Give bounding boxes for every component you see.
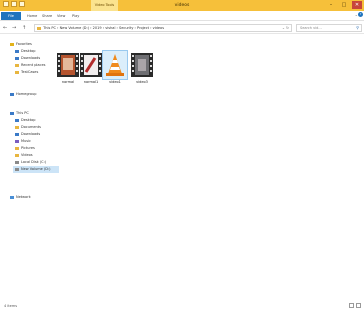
video-thumbnail-icon: [130, 51, 154, 79]
network-icon: [10, 196, 14, 199]
downloads-icon: [15, 57, 19, 60]
vlc-cone-icon: [102, 50, 128, 80]
sidebar-item-label: Local Disk (C:): [21, 160, 47, 164]
ribbon-tabs: File Home Share View Play ⌄ ?: [0, 11, 364, 21]
sidebar-item-label: Recent places: [21, 63, 46, 67]
sidebar-item-label: Homegroup: [16, 92, 37, 96]
tab-view[interactable]: View: [57, 12, 65, 20]
sidebar-item-label: TestCases: [21, 70, 39, 74]
breadcrumb[interactable]: This PC › New Volume (D:) › 2019 › visha…: [34, 24, 292, 32]
navigation-pane: Favorites Desktop Downloads Recent place…: [0, 36, 60, 298]
video-thumbnail-icon: [56, 51, 80, 79]
maximize-button[interactable]: □: [339, 1, 349, 9]
close-button[interactable]: ✕: [352, 1, 362, 9]
tab-file[interactable]: File: [1, 12, 21, 20]
details-view-icon[interactable]: [349, 303, 354, 308]
sidebar-item-local-disk-c[interactable]: Local Disk (C:): [15, 159, 46, 166]
homegroup-icon: [10, 93, 14, 96]
sidebar-item-label: Desktop: [21, 49, 36, 53]
sidebar-item-pc-downloads[interactable]: Downloads: [15, 131, 40, 138]
music-icon: [15, 140, 19, 143]
star-icon: [10, 43, 14, 46]
folder-icon: [37, 26, 41, 30]
drive-icon: [15, 168, 19, 171]
documents-icon: [15, 126, 19, 129]
up-button[interactable]: ↑: [22, 24, 26, 32]
refresh-icon[interactable]: ⌄ ↻: [282, 25, 289, 31]
sidebar-item-this-pc[interactable]: This PC: [10, 110, 29, 117]
sidebar-item-label: This PC: [16, 111, 29, 115]
forward-button[interactable]: →: [12, 24, 16, 32]
properties-icon[interactable]: [11, 1, 17, 7]
title-bar: Video Tools videos – □ ✕: [0, 0, 364, 11]
video-thumbnail-icon: [79, 51, 103, 79]
sidebar-item-homegroup[interactable]: Homegroup: [10, 91, 37, 98]
help-icon[interactable]: ?: [358, 12, 363, 17]
sidebar-item-downloads[interactable]: Downloads: [15, 55, 40, 62]
sidebar-item-videos[interactable]: Videos: [15, 152, 33, 159]
sidebar-item-pictures[interactable]: Pictures: [15, 145, 35, 152]
back-button[interactable]: ←: [3, 24, 7, 32]
new-folder-icon[interactable]: [19, 1, 25, 7]
sidebar-item-pc-desktop[interactable]: Desktop: [15, 117, 35, 124]
large-icons-view-icon[interactable]: [356, 303, 361, 308]
file-item-normal1[interactable]: normal1: [78, 51, 104, 85]
drive-icon: [15, 161, 19, 164]
sidebar-item-label: Desktop: [21, 118, 36, 122]
videos-icon: [15, 154, 19, 157]
item-count: 4 items: [4, 304, 18, 308]
quick-access-toolbar: [3, 1, 25, 7]
search-icon[interactable]: ⚲: [356, 25, 359, 31]
window-title: videos: [174, 3, 190, 8]
search-placeholder: Search vid...: [300, 26, 322, 30]
tab-play[interactable]: Play: [72, 12, 79, 20]
sidebar-item-label: Downloads: [21, 132, 41, 136]
minimize-button[interactable]: –: [326, 1, 336, 9]
file-name: normal1: [83, 80, 99, 84]
sidebar-item-new-volume-d[interactable]: New Volume (D:): [13, 166, 59, 173]
video-tools-context-tab[interactable]: Video Tools: [91, 0, 118, 11]
tab-share[interactable]: Share: [42, 12, 52, 20]
view-toggles: [349, 303, 361, 308]
sidebar-item-network[interactable]: Network: [10, 194, 31, 201]
file-item-video1[interactable]: video1: [102, 50, 128, 85]
sidebar-item-music[interactable]: Music: [15, 138, 31, 145]
sidebar-item-label: Favorites: [16, 42, 32, 46]
breadcrumb-path[interactable]: This PC › New Volume (D:) › 2019 › visha…: [43, 26, 164, 30]
pictures-icon: [15, 147, 19, 150]
search-input[interactable]: Search vid... ⚲: [296, 24, 362, 32]
tab-home[interactable]: Home: [27, 12, 37, 20]
sidebar-item-label: Documents: [21, 125, 41, 129]
sidebar-item-testcases[interactable]: TestCases: [15, 69, 38, 76]
file-view[interactable]: normal normal1 video1 video3: [57, 36, 362, 298]
folder-icon: [15, 71, 19, 74]
file-item-video3[interactable]: video3: [129, 51, 155, 85]
downloads-icon: [15, 133, 19, 136]
sidebar-item-documents[interactable]: Documents: [15, 124, 41, 131]
desktop-icon: [15, 119, 19, 122]
sidebar-item-label: Videos: [21, 153, 33, 157]
sidebar-item-label: New Volume (D:): [21, 167, 51, 171]
file-name: video1: [109, 80, 121, 84]
sidebar-item-label: Network: [16, 195, 31, 199]
sidebar-item-label: Music: [21, 139, 31, 143]
sidebar-item-recent-places[interactable]: Recent places: [15, 62, 45, 69]
sidebar-item-label: Downloads: [21, 56, 41, 60]
folder-icon[interactable]: [3, 1, 9, 7]
file-name: video3: [136, 80, 148, 84]
window-controls: – □ ✕: [326, 1, 362, 9]
sidebar-item-label: Pictures: [21, 146, 35, 150]
computer-icon: [10, 112, 14, 115]
sidebar-item-favorites[interactable]: Favorites: [10, 41, 32, 48]
sidebar-item-desktop[interactable]: Desktop: [15, 48, 35, 55]
recent-places-icon: [15, 64, 19, 67]
desktop-icon: [15, 50, 19, 53]
address-bar: ← → ↑ This PC › New Volume (D:) › 2019 ›…: [0, 22, 364, 34]
